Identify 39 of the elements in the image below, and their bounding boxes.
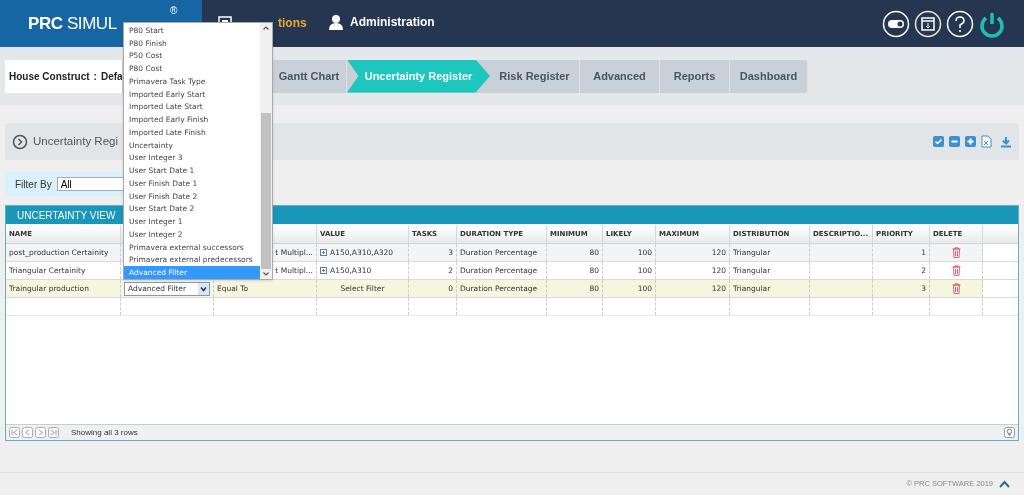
pager-status: Showing all 3 rows: [71, 426, 139, 439]
lightbulb-icon[interactable]: [1004, 427, 1015, 438]
calendar-icon[interactable]: [914, 9, 942, 38]
nav-link[interactable]: tions: [278, 14, 307, 32]
caret-icon: [198, 282, 209, 295]
scrollbar[interactable]: [260, 23, 272, 279]
plus-icon[interactable]: [965, 136, 976, 147]
user-icon[interactable]: [328, 13, 344, 31]
expand-icon[interactable]: [320, 267, 327, 274]
spreadsheet-icon[interactable]: [981, 135, 992, 148]
chevron-circle-icon[interactable]: [12, 133, 28, 150]
step-tab[interactable]: Risk Register: [490, 59, 580, 93]
panel-title: Uncertainty Regi: [33, 133, 118, 149]
first-page-icon[interactable]: [9, 427, 20, 438]
grid-title: UNCERTAINTY VIEW: [17, 208, 116, 223]
step-tab[interactable]: Reports: [660, 59, 730, 93]
trash-icon[interactable]: [951, 265, 961, 276]
step-tab[interactable]: Dashboard: [730, 59, 808, 93]
trash-icon[interactable]: [951, 283, 961, 294]
nav-link[interactable]: Administration: [350, 13, 435, 31]
toggle-icon[interactable]: [882, 9, 910, 38]
filter-label: Filter By: [15, 177, 52, 192]
project-name: House Construct: [9, 69, 90, 84]
checkbox-icon[interactable]: [933, 136, 944, 147]
previous-page-icon[interactable]: [22, 427, 33, 438]
last-page-icon[interactable]: [48, 427, 59, 438]
next-page-icon[interactable]: [35, 427, 46, 438]
trash-icon[interactable]: [951, 247, 961, 258]
chevron-up-icon[interactable]: [999, 480, 1010, 488]
logo-text: PRC SIMUL: [28, 12, 117, 35]
help-icon[interactable]: [946, 9, 974, 38]
download-icon[interactable]: [1000, 135, 1012, 148]
expand-icon[interactable]: [320, 249, 327, 256]
step-tab[interactable]: Advanced: [580, 59, 660, 93]
scenario-name: Defa: [100, 69, 123, 84]
minus-icon[interactable]: [949, 136, 960, 147]
separator: :: [93, 69, 97, 84]
scrollbar-thumb[interactable]: [261, 113, 271, 269]
registered-mark: ®: [170, 4, 178, 18]
